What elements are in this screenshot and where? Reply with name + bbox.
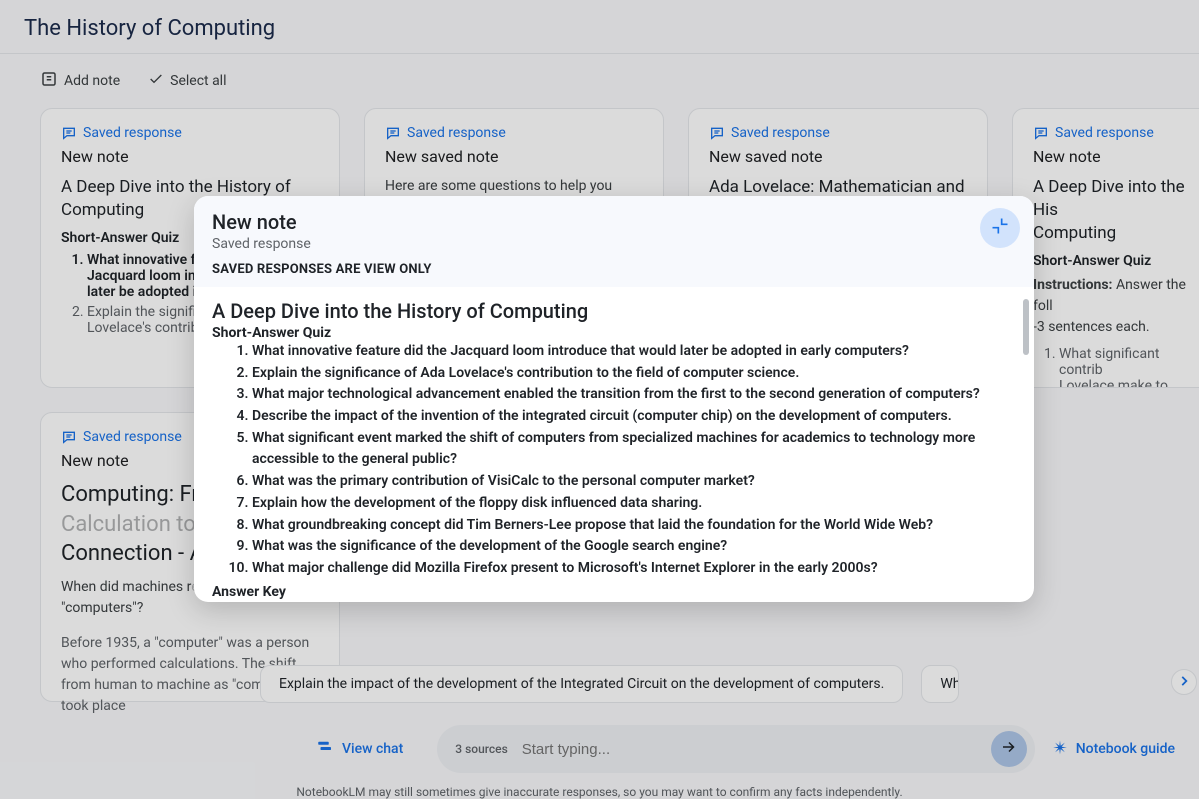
question-item: What major challenge did Mozilla Firefox…: [252, 558, 1016, 580]
question-item: What groundbreaking concept did Tim Bern…: [252, 515, 1016, 537]
note-modal: New note Saved response SAVED RESPONSES …: [194, 196, 1034, 602]
scrollbar-thumb[interactable]: [1023, 299, 1029, 355]
question-item: What major technological advancement ena…: [252, 384, 1016, 406]
questions-list: What innovative feature did the Jacquard…: [212, 341, 1016, 580]
modal-subtitle: Saved response: [212, 236, 1016, 252]
answer-key-label: Answer Key: [212, 584, 1016, 600]
answer-item: The Jacquard loom used punched wooden ca…: [252, 600, 1016, 602]
view-only-banner: SAVED RESPONSES ARE VIEW ONLY: [212, 262, 1016, 277]
question-item: What innovative feature did the Jacquard…: [252, 341, 1016, 363]
modal-header: New note Saved response SAVED RESPONSES …: [194, 196, 1034, 287]
quiz-label: Short-Answer Quiz: [212, 325, 1016, 341]
collapse-icon: [990, 216, 1010, 240]
answers-list: The Jacquard loom used punched wooden ca…: [212, 600, 1016, 602]
document-heading: A Deep Dive into the History of Computin…: [212, 299, 1016, 323]
question-item: What significant event marked the shift …: [252, 428, 1016, 471]
question-item: What was the significance of the develop…: [252, 536, 1016, 558]
question-item: What was the primary contribution of Vis…: [252, 471, 1016, 493]
modal-body[interactable]: A Deep Dive into the History of Computin…: [194, 287, 1034, 602]
question-item: Explain how the development of the flopp…: [252, 493, 1016, 515]
modal-title: New note: [212, 210, 1016, 234]
question-item: Describe the impact of the invention of …: [252, 406, 1016, 428]
collapse-button[interactable]: [980, 208, 1020, 248]
question-item: Explain the significance of Ada Lovelace…: [252, 363, 1016, 385]
